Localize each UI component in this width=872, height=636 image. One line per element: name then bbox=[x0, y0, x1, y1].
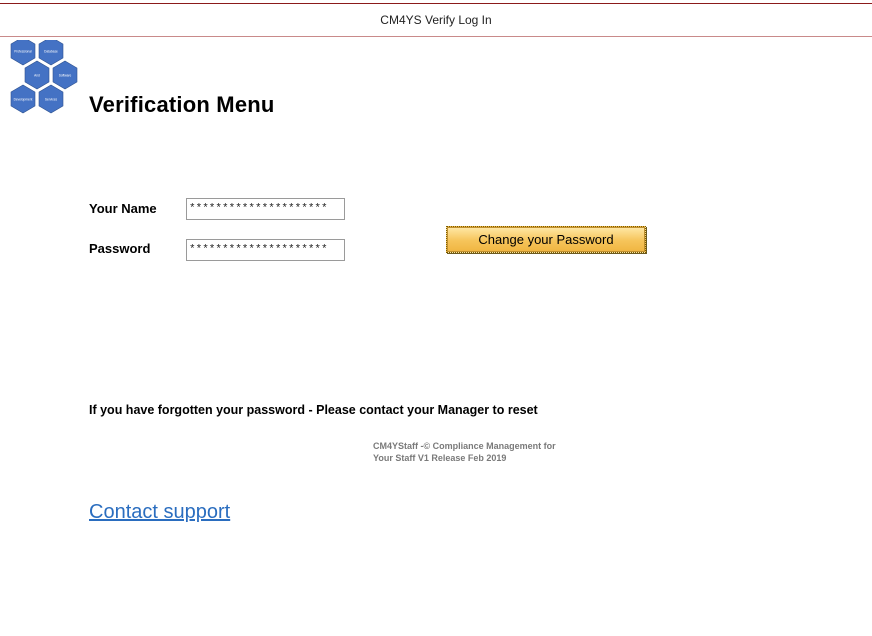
window-titlebar: CM4YS Verify Log In bbox=[0, 3, 872, 37]
logo-hex-label: Software bbox=[59, 74, 72, 78]
logo-hex-label: Development bbox=[14, 98, 33, 102]
company-logo: Professional Database And Software Devel… bbox=[10, 40, 78, 114]
your-name-label: Your Name bbox=[89, 201, 157, 216]
copyright-line-2: Your Staff V1 Release Feb 2019 bbox=[373, 453, 507, 463]
copyright-text: CM4YStaff -© Compliance Management for Y… bbox=[373, 440, 556, 464]
window-title: CM4YS Verify Log In bbox=[380, 13, 492, 27]
page-title: Verification Menu bbox=[89, 92, 275, 117]
change-password-button-label: Change your Password bbox=[478, 232, 614, 247]
logo-hex-label: Services bbox=[45, 98, 58, 102]
change-password-button[interactable]: Change your Password bbox=[446, 226, 646, 253]
contact-support-link[interactable]: Contact support bbox=[89, 501, 230, 524]
password-input[interactable]: ********************* bbox=[186, 239, 345, 261]
forgot-password-notice: If you have forgotten your password - Pl… bbox=[89, 403, 538, 417]
logo-hex-label: And bbox=[34, 74, 40, 78]
logo-hex-label: Professional bbox=[14, 50, 32, 54]
logo-hex-label: Database bbox=[44, 50, 58, 54]
copyright-line-1: CM4YStaff -© Compliance Management for bbox=[373, 441, 556, 451]
your-name-input[interactable]: ********************* bbox=[186, 198, 345, 220]
password-label: Password bbox=[89, 241, 151, 256]
